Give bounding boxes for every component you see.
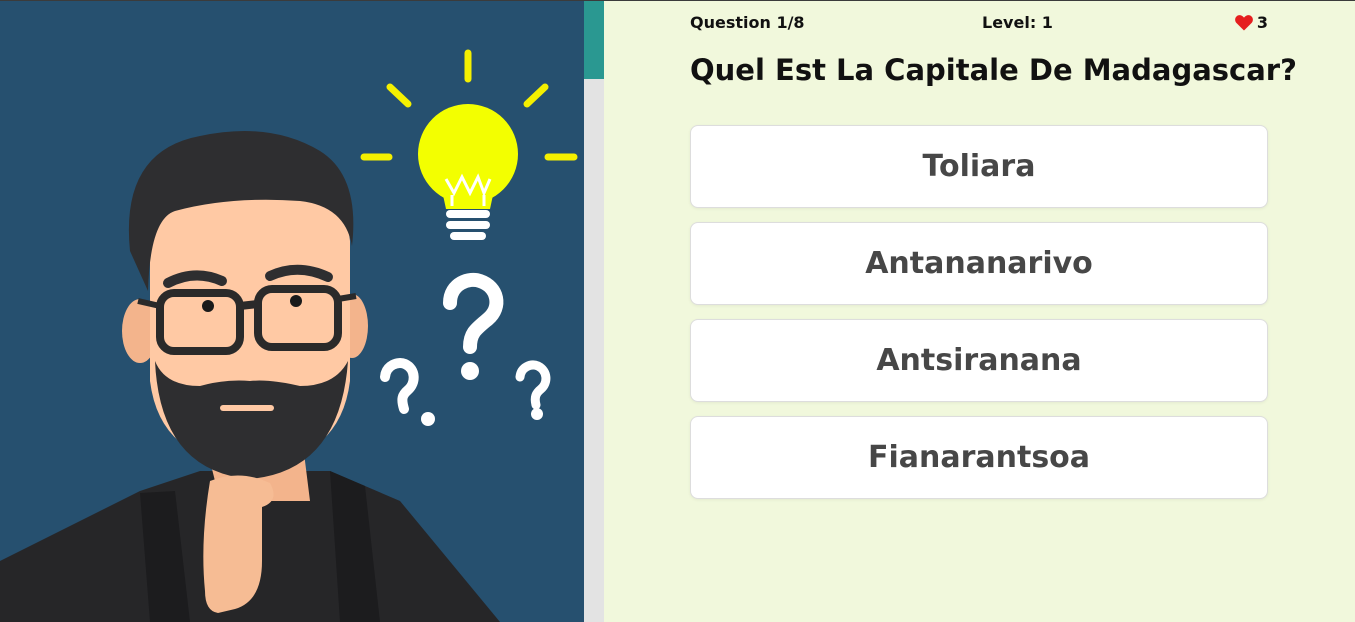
answer-list: Toliara Antananarivo Antsiranana Fianara… xyxy=(690,125,1268,513)
thinking-man-illustration xyxy=(0,1,584,622)
question-text: Quel Est La Capitale De Madagascar? xyxy=(690,53,1297,87)
heart-icon xyxy=(1234,14,1253,30)
lives-count: 3 xyxy=(1256,13,1268,32)
quiz-panel: Question 1/8 Level: 1 3 Quel Est La Capi… xyxy=(604,1,1355,622)
question-counter: Question 1/8 xyxy=(690,13,805,32)
answer-option-2[interactable]: Antananarivo xyxy=(690,222,1268,305)
man-figure xyxy=(0,131,500,622)
lives-indicator: 3 xyxy=(1234,13,1268,32)
quiz-stats: Question 1/8 Level: 1 3 xyxy=(690,13,1268,37)
question-marks xyxy=(380,272,551,414)
answer-option-4[interactable]: Fianarantsoa xyxy=(690,416,1268,499)
answer-option-3[interactable]: Antsiranana xyxy=(690,319,1268,402)
level-indicator: Level: 1 xyxy=(982,13,1053,32)
scrollbar-thumb[interactable] xyxy=(584,1,604,79)
lightbulb-icon xyxy=(418,104,518,240)
answer-option-1[interactable]: Toliara xyxy=(690,125,1268,208)
scrollbar-track[interactable] xyxy=(584,1,604,622)
